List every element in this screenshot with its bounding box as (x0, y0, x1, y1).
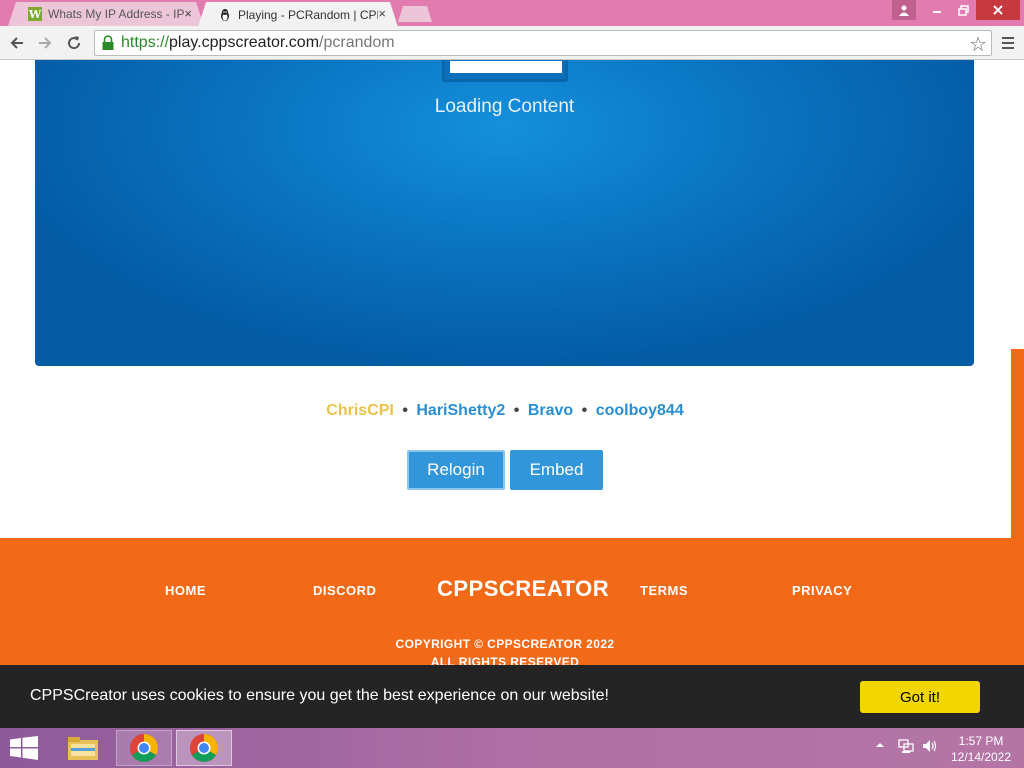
credit-name: Bravo (527, 402, 574, 419)
back-arrow-icon[interactable] (5, 31, 29, 55)
credit-separator: • (513, 402, 520, 419)
minimize-icon[interactable] (924, 0, 950, 20)
windows-start-icon[interactable] (10, 736, 38, 760)
new-tab-button[interactable] (398, 6, 432, 22)
credit-name: HariShetty2 (416, 402, 506, 419)
network-icon[interactable] (898, 738, 914, 757)
tab-playing-pcrandom[interactable]: Playing - PCRandom | CPP × (198, 2, 398, 27)
loading-text: Loading Content (434, 96, 575, 117)
user-profile-icon[interactable] (892, 0, 916, 20)
cookie-message: CPPSCreator uses cookies to ensure you g… (30, 687, 609, 704)
clock-time: 1:57 PM (958, 734, 1004, 748)
url-path: /pcrandom (319, 34, 395, 51)
game-frame[interactable]: Loading Content (35, 60, 974, 366)
tab-title: Playing - PCRandom | CPP (238, 7, 378, 22)
tab-title: Whats My IP Address - IP (48, 7, 185, 21)
chrome-taskbar-icon[interactable] (116, 730, 172, 766)
forward-arrow-icon[interactable] (33, 31, 57, 55)
tray-expand-icon[interactable] (876, 738, 884, 752)
browser-titlebar: W Whats My IP Address - IP × Playing - P… (0, 0, 1024, 26)
copyright-line: COPYRIGHT © CPPSCREATOR 2022 (395, 637, 615, 651)
credits-line: ChrisCPI • HariShetty2 • Bravo • coolboy… (0, 402, 1010, 420)
system-clock[interactable]: 1:57 PM 12/14/2022 (946, 733, 1016, 765)
loading-progress-bar (450, 61, 562, 73)
cookie-banner: CPPSCreator uses cookies to ensure you g… (0, 665, 1024, 728)
footer-link-home[interactable]: HOME (165, 583, 206, 598)
embed-button[interactable]: Embed (510, 450, 603, 490)
credit-name: ChrisCPI (326, 402, 394, 419)
credit-separator: • (581, 402, 588, 419)
loading-progress-box (442, 60, 568, 82)
browser-toolbar: https:// play.cppscreator.com /pcrandom … (0, 26, 1024, 60)
credit-separator: • (402, 402, 408, 419)
footer-brand-logo[interactable]: CPPSCREATOR (437, 576, 609, 602)
window-close-icon[interactable] (976, 0, 1020, 20)
footer-link-terms[interactable]: TERMS (640, 583, 688, 598)
file-explorer-icon[interactable] (55, 730, 111, 766)
w-favicon-icon: W (28, 7, 42, 21)
windows-taskbar: 1:57 PM 12/14/2022 (0, 728, 1024, 768)
page-viewport: Loading Content ChrisCPI • HariShetty2 •… (0, 60, 1024, 728)
decorative-stripe (1011, 349, 1024, 539)
relogin-button[interactable]: Relogin (407, 450, 505, 490)
penguin-favicon-icon (218, 8, 232, 22)
cookie-accept-button[interactable]: Got it! (860, 681, 980, 713)
address-bar[interactable]: https:// play.cppscreator.com /pcrandom … (94, 30, 992, 56)
chrome-menu-icon[interactable] (998, 32, 1018, 54)
chrome-taskbar-icon[interactable] (176, 730, 232, 766)
url-scheme: https:// (121, 34, 170, 51)
credit-name: coolboy844 (595, 402, 684, 419)
footer-link-discord[interactable]: DISCORD (313, 583, 376, 598)
restore-icon[interactable] (950, 0, 976, 20)
tab-whats-my-ip[interactable]: W Whats My IP Address - IP × (8, 2, 204, 26)
url-host: play.cppscreator.com (169, 34, 320, 51)
tab-close-icon[interactable]: × (378, 6, 386, 21)
tab-close-icon[interactable]: × (184, 6, 192, 21)
lock-icon (101, 35, 115, 51)
footer-link-privacy[interactable]: PRIVACY (792, 583, 852, 598)
reload-icon[interactable] (62, 31, 86, 55)
clock-date: 12/14/2022 (950, 750, 1012, 764)
bookmark-star-icon[interactable]: ☆ (969, 32, 987, 57)
volume-icon[interactable] (922, 738, 938, 757)
